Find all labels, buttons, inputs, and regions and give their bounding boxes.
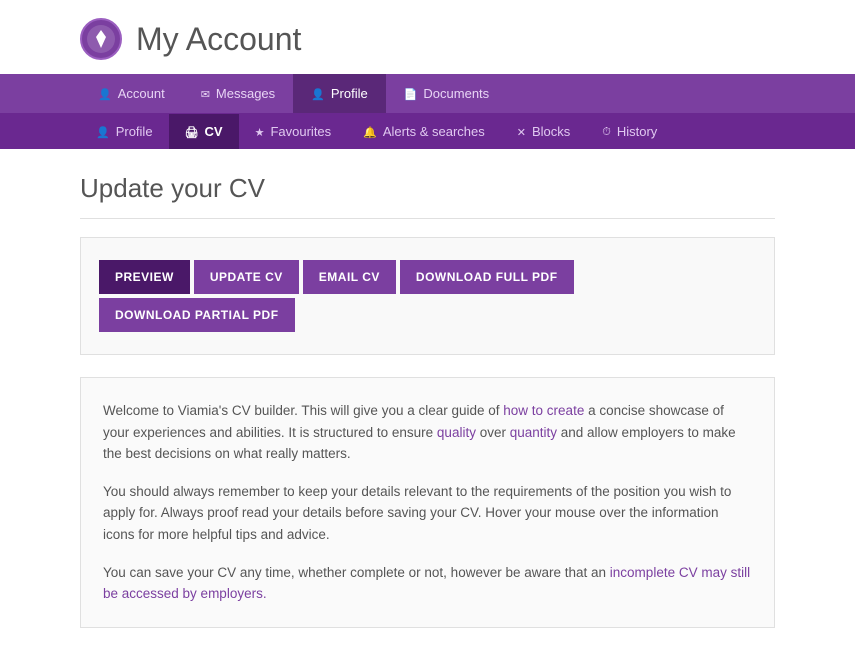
- info-paragraph-2: You should always remember to keep your …: [103, 481, 752, 546]
- subnav-cv[interactable]: CV: [169, 114, 239, 149]
- logo-icon: [80, 18, 122, 60]
- documents-icon: [404, 86, 418, 101]
- subnav-profile[interactable]: Profile: [80, 114, 169, 149]
- messages-icon: [201, 86, 210, 101]
- nav-profile[interactable]: Profile: [293, 74, 386, 113]
- info-paragraph-3: You can save your CV any time, whether c…: [103, 562, 752, 605]
- highlight-2: quality: [437, 425, 476, 440]
- subnav-favourites-icon: [255, 124, 265, 139]
- highlight-3: quantity: [510, 425, 557, 440]
- primary-nav: Account Messages Profile Documents: [0, 74, 855, 113]
- subnav-blocks[interactable]: Blocks: [501, 114, 587, 149]
- info-box: Welcome to Viamia's CV builder. This wil…: [80, 377, 775, 628]
- secondary-nav: Profile CV Favourites Alerts & searches …: [0, 113, 855, 149]
- cv-page-heading: Update your CV: [80, 173, 775, 219]
- download-full-pdf-button[interactable]: DOWNLOAD FULL PDF: [400, 260, 574, 294]
- header: My Account: [0, 0, 855, 74]
- subnav-alerts-icon: [363, 124, 377, 139]
- page-wrapper: My Account Account Messages Profile Docu…: [0, 0, 855, 652]
- info-paragraph-1: Welcome to Viamia's CV builder. This wil…: [103, 400, 752, 465]
- subnav-history[interactable]: History: [586, 113, 673, 149]
- subnav-cv-icon: [185, 124, 199, 139]
- page-title-heading: My Account: [136, 21, 301, 58]
- download-partial-pdf-button[interactable]: DOWNLOAD PARTIAL PDF: [99, 298, 295, 332]
- nav-messages[interactable]: Messages: [183, 74, 293, 113]
- highlight-4: incomplete CV may still be accessed by e…: [103, 565, 750, 602]
- subnav-blocks-icon: [517, 124, 526, 139]
- preview-button[interactable]: PREVIEW: [99, 260, 190, 294]
- subnav-alerts[interactable]: Alerts & searches: [347, 114, 501, 149]
- subnav-profile-icon: [96, 124, 110, 139]
- update-cv-button[interactable]: UPDATE CV: [194, 260, 299, 294]
- nav-documents[interactable]: Documents: [386, 74, 507, 113]
- email-cv-button[interactable]: EMAIL CV: [303, 260, 396, 294]
- cv-buttons-bar: PREVIEW UPDATE CV EMAIL CV DOWNLOAD FULL…: [80, 237, 775, 355]
- profile-icon: [311, 86, 325, 101]
- main-content: Update your CV PREVIEW UPDATE CV EMAIL C…: [0, 149, 855, 652]
- nav-account[interactable]: Account: [80, 74, 183, 113]
- account-icon: [98, 86, 112, 101]
- subnav-history-icon: [602, 123, 611, 139]
- highlight-1: how to create: [503, 403, 584, 418]
- subnav-favourites[interactable]: Favourites: [239, 114, 348, 149]
